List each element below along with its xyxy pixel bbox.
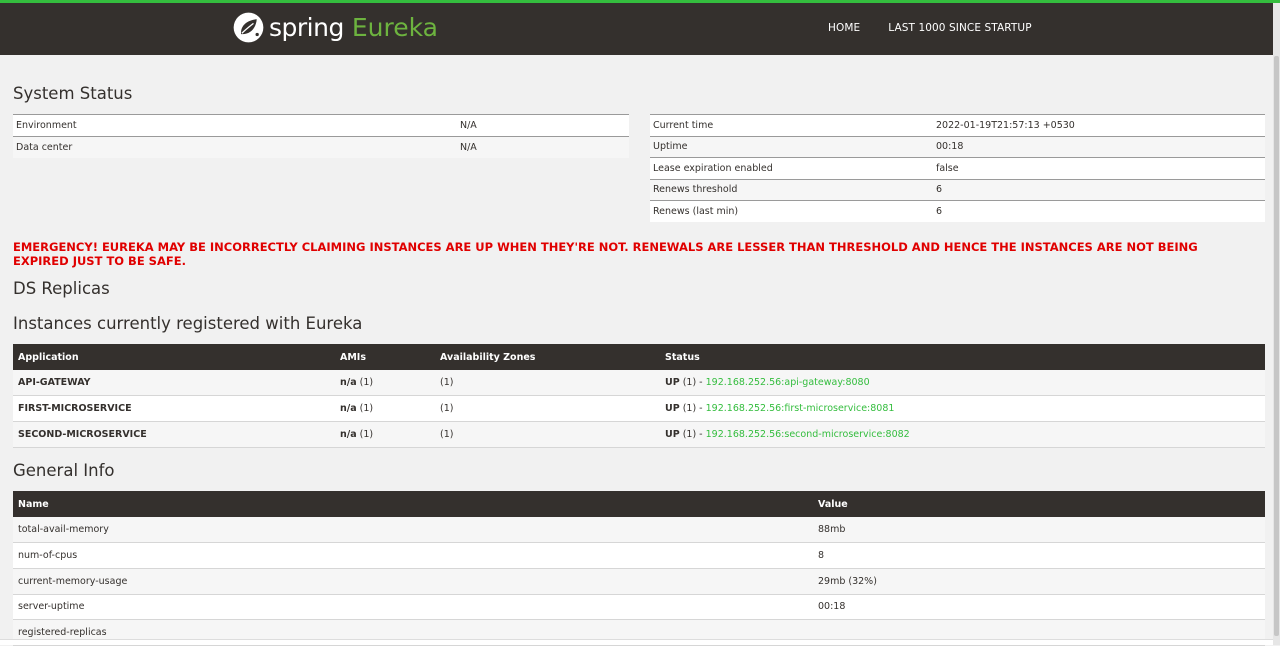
info-name: num-of-cpus (13, 542, 813, 569)
ami-value: n/a (340, 377, 357, 389)
col-availability-zones: Availability Zones (435, 344, 660, 370)
col-status: Status (660, 344, 1265, 370)
system-status-right-table: Current time 2022-01-19T21:57:13 +0530 U… (650, 114, 1265, 222)
status-value: N/A (457, 114, 629, 136)
brand-eureka-text: Eureka (351, 12, 438, 42)
info-name: server-uptime (13, 594, 813, 621)
status-value: 00:18 (933, 135, 1265, 158)
status-count: (1) - (679, 428, 706, 440)
status-cell: UP (1) - 192.168.252.56:first-microservi… (660, 395, 1265, 422)
table-row: Renews (last min) 6 (650, 200, 1265, 222)
info-value: 88mb (813, 517, 1265, 544)
table-row: SECOND-MICROSERVICE n/a (1) (1) UP (1) -… (13, 421, 1265, 448)
col-value: Value (813, 491, 1265, 517)
table-row: current-memory-usage 29mb (32%) (13, 568, 1265, 595)
status-value: 2022-01-19T21:57:13 +0530 (933, 114, 1265, 136)
table-row: server-uptime 00:18 (13, 594, 1265, 621)
scrollbar-thumb[interactable] (1274, 56, 1279, 636)
info-name: current-memory-usage (13, 568, 813, 595)
table-row: total-avail-memory 88mb (13, 517, 1265, 544)
app-name: SECOND-MICROSERVICE (13, 421, 335, 448)
status-cell: UP (1) - 192.168.252.56:second-microserv… (660, 421, 1265, 448)
ami-value: n/a (340, 428, 357, 440)
status-label: Lease expiration enabled (650, 157, 933, 179)
status-count: (1) - (679, 377, 706, 389)
nav-home-link[interactable]: HOME (828, 22, 860, 34)
bottom-strip (0, 639, 1273, 645)
app-name: FIRST-MICROSERVICE (13, 395, 335, 422)
instance-link[interactable]: 192.168.252.56:first-microservice:8081 (706, 403, 895, 414)
ami-count: (1) (356, 428, 374, 440)
status-up: UP (665, 403, 680, 415)
status-value: 6 (933, 178, 1265, 201)
status-label: Renews threshold (650, 178, 933, 201)
status-count: (1) - (679, 403, 706, 415)
instance-link[interactable]: 192.168.252.56:second-microservice:8082 (706, 429, 910, 440)
status-label: Environment (13, 114, 457, 136)
nav-links: HOME LAST 1000 SINCE STARTUP (828, 22, 1032, 34)
info-value: 8 (813, 542, 1265, 569)
ami-value: n/a (340, 403, 357, 415)
table-row: Lease expiration enabled false (650, 157, 1265, 179)
info-name: total-avail-memory (13, 517, 813, 544)
brand-spring-text: spring (269, 12, 344, 42)
zones-cell: (1) (435, 395, 660, 422)
status-up: UP (665, 428, 680, 440)
table-header-row: Application AMIs Availability Zones Stat… (13, 344, 1265, 370)
table-row: Environment N/A (13, 114, 629, 136)
system-status-title: System Status (13, 84, 133, 103)
table-row: API-GATEWAY n/a (1) (1) UP (1) - 192.168… (13, 370, 1265, 397)
emergency-warning: EMERGENCY! EUREKA MAY BE INCORRECTLY CLA… (13, 240, 1198, 268)
info-value: 29mb (32%) (813, 568, 1265, 595)
table-row: num-of-cpus 8 (13, 542, 1265, 569)
table-row: Renews threshold 6 (650, 178, 1265, 201)
ds-replicas-title: DS Replicas (13, 279, 110, 298)
system-status-left-table: Environment N/A Data center N/A (13, 114, 629, 158)
status-cell: UP (1) - 192.168.252.56:api-gateway:8080 (660, 370, 1265, 397)
brand[interactable]: spring Eureka (232, 10, 438, 44)
status-value: false (933, 157, 1265, 179)
col-amis: AMIs (335, 344, 435, 370)
info-value: 00:18 (813, 594, 1265, 621)
status-value: 6 (933, 200, 1265, 222)
zones-cell: (1) (435, 370, 660, 397)
col-application: Application (13, 344, 335, 370)
status-label: Data center (13, 135, 457, 158)
table-row: Data center N/A (13, 135, 629, 158)
ami-cell: n/a (1) (335, 370, 435, 397)
status-label: Uptime (650, 135, 933, 158)
general-info-title: General Info (13, 461, 115, 480)
general-info-table: Name Value total-avail-memory 88mb num-o… (13, 491, 1265, 646)
nav-last1000-link[interactable]: LAST 1000 SINCE STARTUP (888, 22, 1031, 34)
ami-cell: n/a (1) (335, 421, 435, 448)
ami-count: (1) (356, 377, 374, 389)
spring-leaf-icon (233, 12, 264, 42)
table-row: Current time 2022-01-19T21:57:13 +0530 (650, 114, 1265, 136)
instance-link[interactable]: 192.168.252.56:api-gateway:8080 (706, 377, 870, 388)
app-name: API-GATEWAY (13, 370, 335, 397)
ami-count: (1) (356, 403, 374, 415)
status-label: Renews (last min) (650, 200, 933, 222)
zones-cell: (1) (435, 421, 660, 448)
status-up: UP (665, 377, 680, 389)
table-row: FIRST-MICROSERVICE n/a (1) (1) UP (1) - … (13, 395, 1265, 422)
navbar: spring Eureka HOME LAST 1000 SINCE START… (0, 3, 1273, 55)
ami-cell: n/a (1) (335, 395, 435, 422)
col-name: Name (13, 491, 813, 517)
status-value: N/A (457, 135, 629, 158)
table-header-row: Name Value (13, 491, 1265, 517)
status-label: Current time (650, 114, 933, 136)
instances-table: Application AMIs Availability Zones Stat… (13, 344, 1265, 448)
table-row: Uptime 00:18 (650, 135, 1265, 158)
instances-title: Instances currently registered with Eure… (13, 314, 363, 333)
